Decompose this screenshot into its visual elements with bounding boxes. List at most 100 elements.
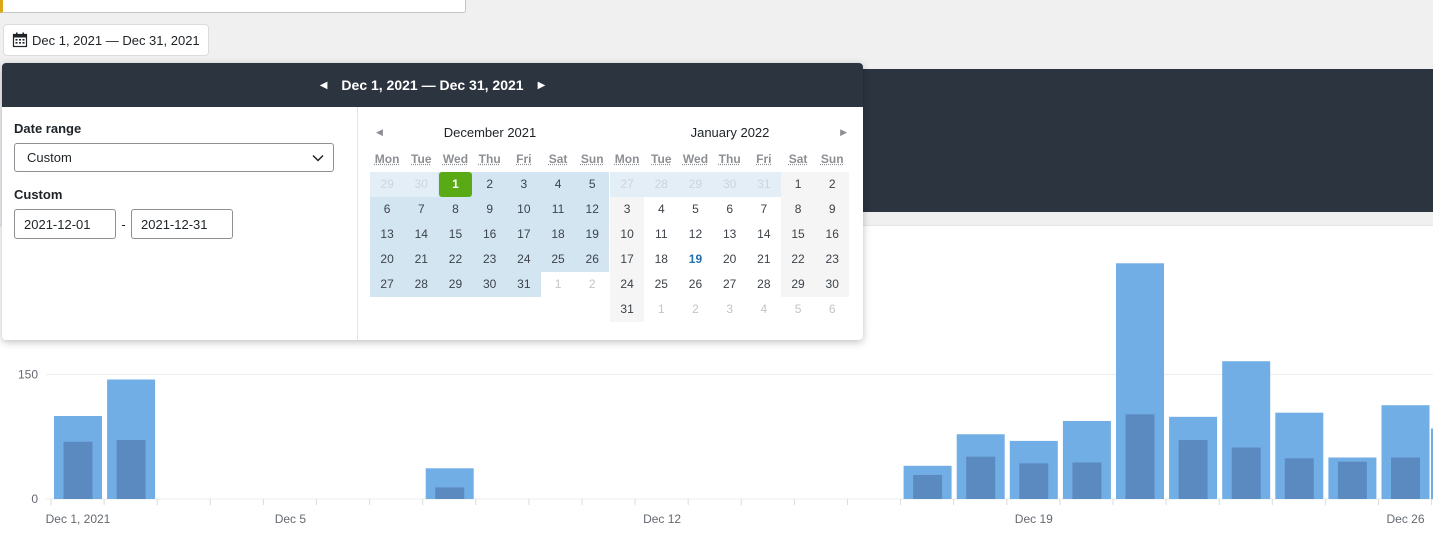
calendar-day[interactable]: 10 [506, 197, 541, 222]
start-date-input[interactable]: 2021-12-01 [14, 209, 116, 239]
calendar-day[interactable]: 30 [815, 272, 850, 297]
calendar-day[interactable]: 18 [644, 247, 678, 272]
bar-secondary [1284, 458, 1314, 499]
next-range-icon[interactable]: ▶ [538, 80, 546, 91]
calendar-day[interactable]: 5 [781, 297, 815, 322]
calendar-day[interactable]: 6 [370, 197, 405, 222]
calendar-day[interactable]: 15 [438, 222, 473, 247]
end-date-input[interactable]: 2021-12-31 [131, 209, 233, 239]
calendar-day[interactable]: 31 [746, 172, 781, 197]
calendar-day[interactable]: 22 [780, 247, 816, 272]
calendar-day[interactable]: 23 [472, 247, 507, 272]
calendar-day[interactable]: 27 [610, 172, 645, 197]
calendar-day[interactable]: 25 [644, 272, 678, 297]
calendar-day[interactable]: 22 [438, 247, 473, 272]
calendar-day[interactable]: 24 [506, 247, 541, 272]
calendar-day[interactable]: 8 [780, 197, 816, 222]
range-separator: - [121, 216, 126, 232]
calendar-day[interactable]: 31 [506, 272, 541, 297]
selected-day-label: 1 [439, 172, 472, 197]
bar-secondary [1391, 457, 1420, 499]
calendar-day[interactable]: 16 [815, 222, 850, 247]
selected-start-day[interactable]: 1 [438, 172, 473, 197]
calendar-day[interactable]: 2 [678, 297, 712, 322]
y-tick-label: 150 [18, 368, 38, 382]
calendar-day[interactable]: 19 [575, 222, 610, 247]
calendar-day[interactable]: 9 [472, 197, 507, 222]
weekday-header: Wed [442, 152, 469, 166]
calendar-day[interactable]: 30 [404, 172, 439, 197]
calendar-day[interactable]: 13 [370, 222, 405, 247]
calendar-day[interactable]: 25 [540, 247, 576, 272]
calendar-day[interactable]: 20 [370, 247, 405, 272]
calendar-day[interactable]: 21 [404, 247, 439, 272]
calendar-day[interactable]: 14 [404, 222, 439, 247]
calendar-day[interactable]: 28 [644, 172, 679, 197]
calendar-day[interactable]: 15 [780, 222, 816, 247]
calendar-day[interactable]: 21 [747, 247, 781, 272]
calendar-day[interactable]: 26 [575, 247, 610, 272]
calendar-day[interactable]: 3 [506, 172, 541, 197]
calendar-day[interactable]: 2 [815, 172, 850, 197]
weekday-header: Fri [516, 152, 532, 166]
calendar-day[interactable]: 1 [780, 172, 816, 197]
calendar-day[interactable]: 30 [712, 172, 747, 197]
calendar-day[interactable]: 8 [438, 197, 473, 222]
calendar-day[interactable]: 29 [780, 272, 816, 297]
calendar-day[interactable]: 17 [506, 222, 541, 247]
calendar-day[interactable]: 31 [610, 297, 645, 322]
calendar-day[interactable]: 10 [610, 222, 645, 247]
calendar-month-title: January 2022 [610, 125, 850, 147]
bar-secondary [1337, 461, 1367, 499]
calendar-day[interactable]: 9 [815, 197, 850, 222]
calendar-day[interactable]: 14 [747, 222, 781, 247]
calendar-day[interactable]: 16 [472, 222, 507, 247]
calendar-day[interactable]: 2 [472, 172, 507, 197]
top-text-input[interactable] [0, 0, 466, 13]
calendar-day[interactable]: 27 [370, 272, 405, 297]
calendar-day[interactable]: 1 [541, 272, 575, 297]
calendar-day[interactable]: 29 [370, 172, 405, 197]
calendar-day[interactable]: 1 [644, 297, 678, 322]
calendar-day[interactable]: 4 [747, 297, 781, 322]
calendar-day[interactable]: 11 [540, 197, 576, 222]
calendar-day[interactable]: 12 [678, 222, 712, 247]
calendar-day[interactable]: 27 [713, 272, 747, 297]
calendar-day[interactable]: 7 [747, 197, 781, 222]
today-day[interactable]: 19 [678, 247, 712, 272]
date-range-button[interactable]: Dec 1, 2021 — Dec 31, 2021 [3, 24, 209, 56]
calendar-day[interactable]: 26 [678, 272, 712, 297]
calendar-day[interactable]: 29 [678, 172, 713, 197]
calendar-day[interactable]: 13 [713, 222, 747, 247]
weekday-header: Sat [548, 152, 568, 166]
calendar-day[interactable]: 29 [438, 272, 473, 297]
calendar-day[interactable]: 6 [713, 197, 747, 222]
x-tick-label: Dec 1, 2021 [46, 512, 111, 526]
calendar-day[interactable]: 28 [404, 272, 439, 297]
calendar-day[interactable]: 7 [404, 197, 439, 222]
x-tick-label: Dec 26 [1386, 512, 1424, 526]
calendar-day[interactable]: 12 [575, 197, 610, 222]
y-tick-label: 0 [31, 492, 38, 506]
calendar-day[interactable]: 3 [610, 197, 645, 222]
calendar-day[interactable]: 20 [713, 247, 747, 272]
prev-month-icon[interactable]: ◀ [376, 127, 383, 138]
date-range-select[interactable]: Custom [14, 143, 334, 172]
calendar-day[interactable]: 17 [610, 247, 645, 272]
previous-range-icon[interactable]: ◀ [320, 80, 328, 91]
calendar-day[interactable]: 2 [575, 272, 609, 297]
next-month-icon[interactable]: ▶ [840, 127, 847, 138]
calendar-day[interactable]: 11 [644, 222, 678, 247]
calendar-day[interactable]: 18 [540, 222, 576, 247]
calendar-day[interactable]: 3 [713, 297, 747, 322]
calendar-day[interactable]: 23 [815, 247, 850, 272]
calendar-day[interactable]: 4 [540, 172, 576, 197]
calendar-day[interactable]: 4 [644, 197, 678, 222]
calendar-day[interactable]: 5 [575, 172, 610, 197]
calendar-day[interactable]: 30 [472, 272, 507, 297]
calendar-day[interactable]: 28 [747, 272, 781, 297]
calendar-day[interactable]: 6 [815, 297, 849, 322]
calendar-day[interactable]: 5 [678, 197, 712, 222]
calendar-day[interactable]: 24 [610, 272, 645, 297]
calendar-container: ◀ ▶ December 2021 Mon Tue Wed Thu Fri Sat Sun 29… [358, 107, 863, 340]
